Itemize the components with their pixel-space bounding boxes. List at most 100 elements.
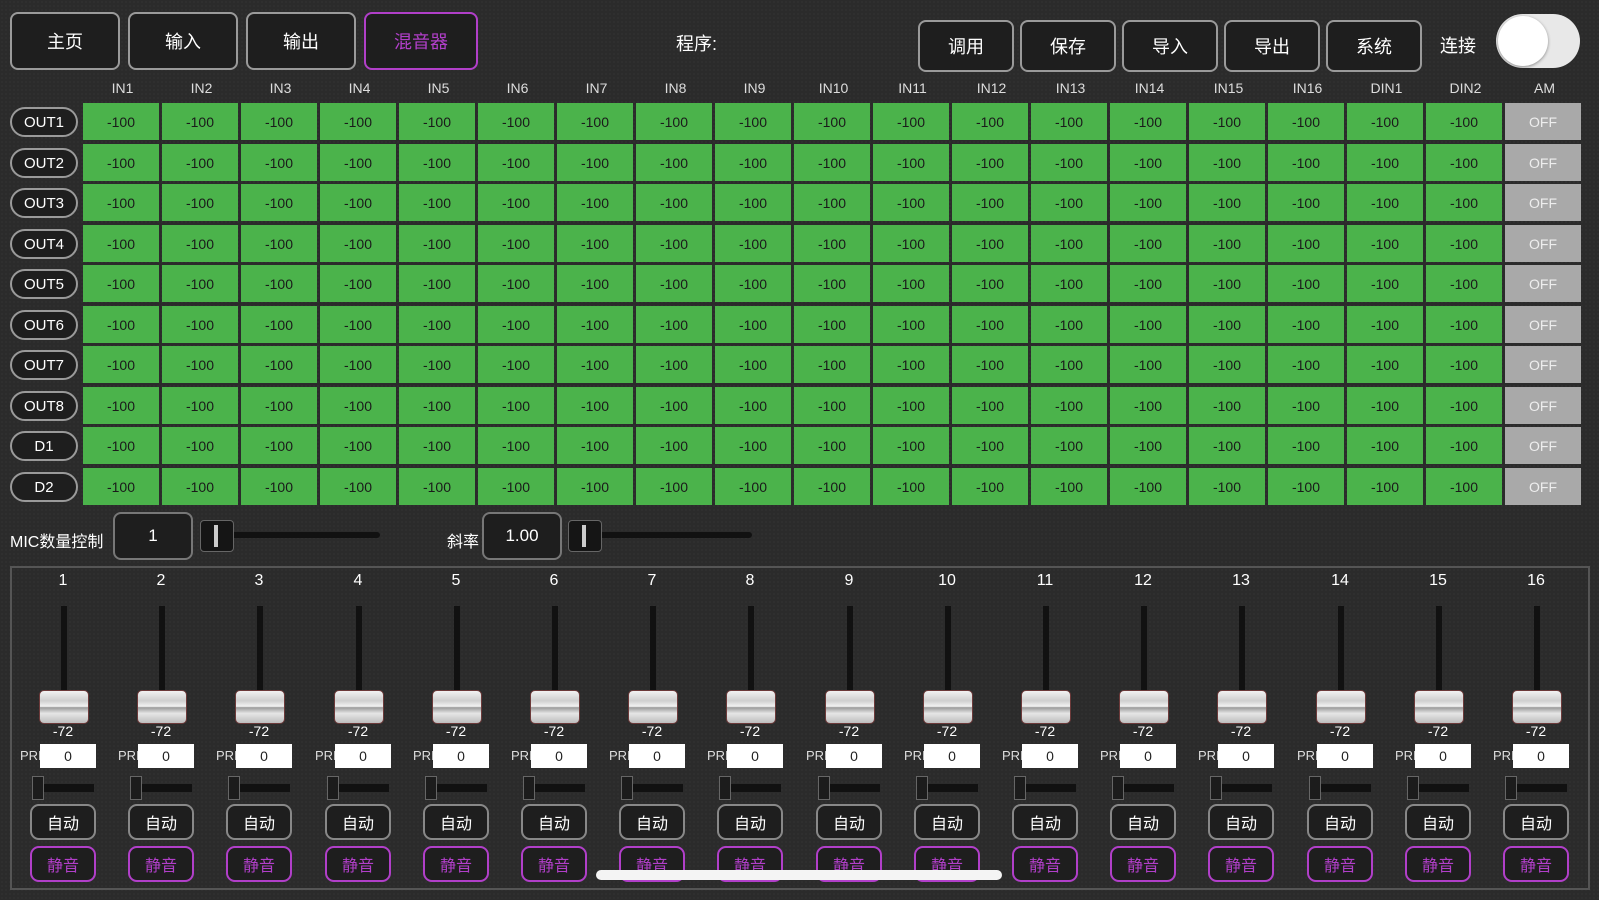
priority-field[interactable]: 0: [236, 744, 292, 768]
matrix-cell[interactable]: -100: [1426, 387, 1502, 424]
row-label-out2[interactable]: OUT2: [10, 148, 78, 178]
matrix-cell[interactable]: -100: [1268, 468, 1344, 505]
matrix-cell[interactable]: -100: [478, 144, 554, 181]
matrix-cell[interactable]: -100: [794, 103, 870, 140]
matrix-cell[interactable]: -100: [873, 387, 949, 424]
matrix-cell[interactable]: -100: [557, 184, 633, 221]
mute-button[interactable]: 静音: [423, 846, 489, 882]
matrix-cell[interactable]: -100: [557, 103, 633, 140]
mini-slider[interactable]: [32, 776, 94, 800]
matrix-cell[interactable]: -100: [715, 184, 791, 221]
mini-slider-thumb[interactable]: [1014, 776, 1026, 800]
fader-knob[interactable]: [432, 690, 482, 724]
matrix-cell[interactable]: -100: [399, 103, 475, 140]
priority-field[interactable]: 0: [40, 744, 96, 768]
matrix-cell[interactable]: -100: [320, 346, 396, 383]
auto-button[interactable]: 自动: [1208, 804, 1274, 840]
fader-knob[interactable]: [1217, 690, 1267, 724]
matrix-cell[interactable]: -100: [1347, 387, 1423, 424]
matrix-cell[interactable]: -100: [241, 468, 317, 505]
matrix-cell[interactable]: -100: [1110, 346, 1186, 383]
matrix-cell[interactable]: -100: [715, 387, 791, 424]
mini-slider-thumb[interactable]: [523, 776, 535, 800]
matrix-cell[interactable]: -100: [1110, 184, 1186, 221]
am-toggle-cell[interactable]: OFF: [1505, 184, 1581, 221]
fader-track[interactable]: [159, 606, 165, 702]
fader-track[interactable]: [454, 606, 460, 702]
matrix-cell[interactable]: -100: [636, 265, 712, 302]
fader-track[interactable]: [650, 606, 656, 702]
matrix-cell[interactable]: -100: [1110, 225, 1186, 262]
matrix-cell[interactable]: -100: [1347, 427, 1423, 464]
fader-knob[interactable]: [726, 690, 776, 724]
am-toggle-cell[interactable]: OFF: [1505, 144, 1581, 181]
matrix-cell[interactable]: -100: [1347, 306, 1423, 343]
priority-field[interactable]: 0: [629, 744, 685, 768]
slope-slider-thumb[interactable]: [568, 520, 602, 552]
matrix-cell[interactable]: -100: [1426, 184, 1502, 221]
matrix-cell[interactable]: -100: [794, 225, 870, 262]
matrix-cell[interactable]: -100: [715, 346, 791, 383]
matrix-cell[interactable]: -100: [399, 144, 475, 181]
row-label-d1[interactable]: D1: [10, 431, 78, 461]
matrix-cell[interactable]: -100: [83, 468, 159, 505]
auto-button[interactable]: 自动: [30, 804, 96, 840]
mini-slider-thumb[interactable]: [327, 776, 339, 800]
matrix-cell[interactable]: -100: [557, 225, 633, 262]
matrix-cell[interactable]: -100: [1426, 225, 1502, 262]
matrix-cell[interactable]: -100: [1110, 144, 1186, 181]
mini-slider-thumb[interactable]: [818, 776, 830, 800]
mini-slider-thumb[interactable]: [228, 776, 240, 800]
matrix-cell[interactable]: -100: [83, 144, 159, 181]
matrix-cell[interactable]: -100: [715, 144, 791, 181]
am-toggle-cell[interactable]: OFF: [1505, 225, 1581, 262]
mute-button[interactable]: 静音: [1208, 846, 1274, 882]
mute-button[interactable]: 静音: [325, 846, 391, 882]
am-toggle-cell[interactable]: OFF: [1505, 387, 1581, 424]
matrix-cell[interactable]: -100: [715, 306, 791, 343]
auto-button[interactable]: 自动: [914, 804, 980, 840]
matrix-cell[interactable]: -100: [873, 468, 949, 505]
matrix-cell[interactable]: -100: [241, 265, 317, 302]
matrix-cell[interactable]: -100: [1110, 306, 1186, 343]
mini-slider[interactable]: [130, 776, 192, 800]
matrix-cell[interactable]: -100: [794, 346, 870, 383]
mini-slider-thumb[interactable]: [621, 776, 633, 800]
mic-count-slider-thumb[interactable]: [200, 520, 234, 552]
mini-slider[interactable]: [228, 776, 290, 800]
matrix-cell[interactable]: -100: [873, 427, 949, 464]
matrix-cell[interactable]: -100: [399, 468, 475, 505]
row-label-out1[interactable]: OUT1: [10, 107, 78, 137]
matrix-cell[interactable]: -100: [794, 387, 870, 424]
matrix-cell[interactable]: -100: [241, 427, 317, 464]
matrix-cell[interactable]: -100: [1189, 103, 1265, 140]
fader-knob[interactable]: [923, 690, 973, 724]
fader-track[interactable]: [552, 606, 558, 702]
mini-slider-thumb[interactable]: [916, 776, 928, 800]
matrix-cell[interactable]: -100: [1189, 184, 1265, 221]
matrix-cell[interactable]: -100: [715, 103, 791, 140]
matrix-cell[interactable]: -100: [794, 468, 870, 505]
matrix-cell[interactable]: -100: [952, 225, 1028, 262]
matrix-cell[interactable]: -100: [1031, 306, 1107, 343]
mini-slider[interactable]: [1309, 776, 1371, 800]
mute-button[interactable]: 静音: [1110, 846, 1176, 882]
fader-track[interactable]: [847, 606, 853, 702]
auto-button[interactable]: 自动: [423, 804, 489, 840]
matrix-cell[interactable]: -100: [1268, 225, 1344, 262]
matrix-cell[interactable]: -100: [83, 225, 159, 262]
matrix-cell[interactable]: -100: [636, 468, 712, 505]
matrix-cell[interactable]: -100: [1268, 265, 1344, 302]
matrix-cell[interactable]: -100: [83, 103, 159, 140]
matrix-cell[interactable]: -100: [162, 346, 238, 383]
priority-field[interactable]: 0: [433, 744, 489, 768]
matrix-cell[interactable]: -100: [320, 427, 396, 464]
matrix-cell[interactable]: -100: [1268, 346, 1344, 383]
matrix-cell[interactable]: -100: [952, 265, 1028, 302]
auto-button[interactable]: 自动: [619, 804, 685, 840]
auto-button[interactable]: 自动: [1405, 804, 1471, 840]
matrix-cell[interactable]: -100: [241, 144, 317, 181]
matrix-cell[interactable]: -100: [162, 468, 238, 505]
matrix-cell[interactable]: -100: [320, 468, 396, 505]
matrix-cell[interactable]: -100: [1426, 265, 1502, 302]
